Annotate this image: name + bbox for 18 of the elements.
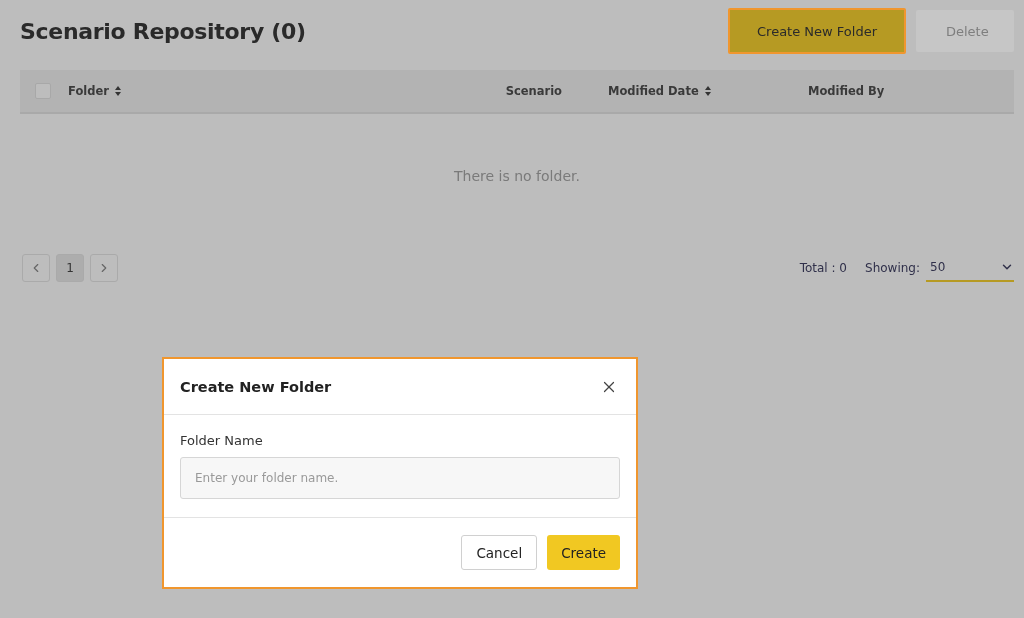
page-button[interactable]: 1 [56,254,84,282]
create-button[interactable]: Create [547,535,620,570]
page-size-select[interactable]: 50 [926,254,1014,282]
empty-message: There is no folder. [454,168,580,184]
showing-label: Showing: [865,261,920,275]
sort-icon[interactable] [704,86,711,96]
page-title: Scenario Repository (0) [20,18,307,44]
create-folder-button[interactable]: Create New Folder [728,8,906,54]
column-header[interactable]: Scenario [505,84,562,98]
field-label: Folder Name [180,433,264,448]
column-header[interactable]: Folder [68,84,109,98]
folder-name-input[interactable]: Enter your folder name. [180,457,620,499]
column-header[interactable]: Modified Date [608,84,699,98]
total-count: Total : 0 [799,261,847,275]
sort-icon[interactable] [114,86,121,96]
dialog-title: Create New Folder [180,378,332,395]
cancel-button[interactable]: Cancel [461,535,538,570]
column-header[interactable]: Modified By [808,84,885,98]
